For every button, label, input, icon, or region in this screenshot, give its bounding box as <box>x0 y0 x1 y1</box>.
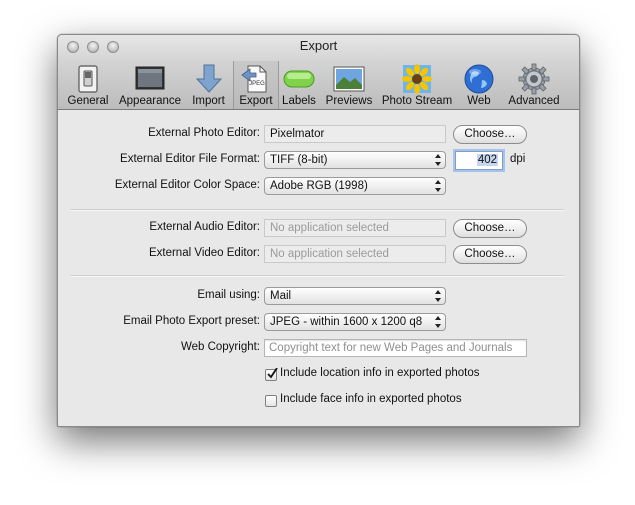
jpeg-icon-text: JPEG <box>249 81 265 87</box>
toolbar-appearance[interactable]: Appearance <box>116 61 184 109</box>
color-space-popup[interactable]: Adobe RGB (1998) <box>264 177 446 195</box>
import-arrow-icon <box>195 64 222 93</box>
toolbar-photo-stream[interactable]: Photo Stream <box>379 61 455 109</box>
titlebar: Export General Appearance Import JPEG Ex… <box>58 35 579 110</box>
gear-icon <box>518 63 550 95</box>
color-space-value: Adobe RGB (1998) <box>270 180 368 192</box>
file-format-popup[interactable]: TIFF (8-bit) <box>264 151 446 169</box>
export-preferences-window: Export General Appearance Import JPEG Ex… <box>57 34 580 427</box>
toolbar-advanced[interactable]: Advanced <box>502 61 566 109</box>
email-using-popup[interactable]: Mail <box>264 287 446 305</box>
toolbar-labels[interactable]: Labels <box>279 61 319 109</box>
dpi-field[interactable]: 402 <box>455 151 503 170</box>
switch-icon <box>78 65 98 93</box>
choose-audio-editor-button[interactable]: Choose… <box>453 219 527 238</box>
toolbar-web-label: Web <box>467 95 491 107</box>
toolbar-export[interactable]: JPEG Export <box>233 61 279 109</box>
file-format-value: TIFF (8-bit) <box>270 154 328 166</box>
separator <box>70 209 564 211</box>
video-editor-field: No application selected <box>264 245 446 263</box>
export-settings-panel: External Photo Editor: Pixelmator Choose… <box>58 110 579 426</box>
file-format-label: External Editor File Format: <box>120 153 260 165</box>
web-copyright-input[interactable]: Copyright text for new Web Pages and Jou… <box>264 339 527 357</box>
jpeg-file-icon: JPEG <box>241 65 267 93</box>
toolbar-general-label: General <box>67 95 109 107</box>
photo-editor-label: External Photo Editor: <box>148 127 260 139</box>
photo-editor-field: Pixelmator <box>264 125 446 143</box>
popup-arrows-icon <box>435 316 441 328</box>
email-using-label: Email using: <box>197 289 260 301</box>
web-copyright-label: Web Copyright: <box>180 341 260 353</box>
video-editor-label: External Video Editor: <box>148 247 260 259</box>
include-location-label[interactable]: Include location info in exported photos <box>280 367 479 379</box>
include-face-checkbox[interactable] <box>265 395 277 407</box>
toolbar-advanced-label: Advanced <box>508 95 560 107</box>
choose-photo-editor-button[interactable]: Choose… <box>453 125 527 144</box>
toolbar-export-label: Export <box>239 95 273 107</box>
monitor-icon <box>135 66 165 90</box>
toolbar-appearance-label: Appearance <box>118 95 182 107</box>
separator <box>70 275 564 277</box>
email-preset-popup[interactable]: JPEG - within 1600 x 1200 q8 <box>264 313 446 331</box>
popup-arrows-icon <box>435 180 441 192</box>
include-face-label[interactable]: Include face info in exported photos <box>280 393 462 405</box>
email-preset-label: Email Photo Export preset: <box>123 315 260 327</box>
toolbar-general[interactable]: General <box>63 61 113 109</box>
green-label-icon <box>283 70 315 88</box>
audio-editor-label: External Audio Editor: <box>149 221 260 233</box>
landscape-photo-icon <box>333 66 365 92</box>
globe-icon <box>464 64 494 94</box>
toolbar-labels-label: Labels <box>282 95 316 107</box>
toolbar-previews[interactable]: Previews <box>323 61 375 109</box>
toolbar-photo-stream-label: Photo Stream <box>381 95 453 107</box>
toolbar-previews-label: Previews <box>325 95 373 107</box>
toolbar-import-label: Import <box>192 95 225 107</box>
include-location-checkbox[interactable] <box>265 368 278 381</box>
window-title: Export <box>299 38 338 53</box>
sunflower-icon <box>402 64 432 94</box>
popup-arrows-icon <box>435 290 441 302</box>
dpi-unit-label: dpi <box>510 153 526 165</box>
color-space-label: External Editor Color Space: <box>114 179 260 191</box>
checkmark-icon <box>267 368 278 379</box>
popup-arrows-icon <box>435 154 441 166</box>
choose-video-editor-button[interactable]: Choose… <box>453 245 527 264</box>
dpi-value: 402 <box>476 154 498 166</box>
email-using-value: Mail <box>270 290 292 302</box>
email-preset-value: JPEG - within 1600 x 1200 q8 <box>270 316 423 328</box>
audio-editor-field: No application selected <box>264 219 446 237</box>
toolbar-web[interactable]: Web <box>460 61 498 109</box>
toolbar-import[interactable]: Import <box>186 61 231 109</box>
